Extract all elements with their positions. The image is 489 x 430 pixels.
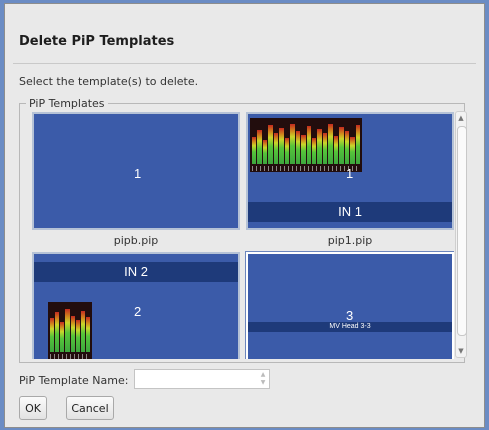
template-name-label: PiP Template Name:: [19, 374, 129, 387]
cancel-button[interactable]: Cancel: [66, 396, 114, 420]
tile-number: 2: [134, 304, 142, 319]
scroll-down-icon[interactable]: ▼: [456, 345, 466, 357]
input-label-bar: IN 2: [34, 262, 238, 282]
meter-scale-ticks: [50, 354, 90, 359]
tile-number: 1: [134, 166, 142, 181]
tile-number: 3: [346, 308, 354, 323]
dialog-title: Delete PiP Templates: [19, 34, 175, 49]
input-label-bar: MV Head 3-3: [248, 322, 452, 332]
audio-meter-image: [250, 118, 362, 172]
meter-scale-ticks: [252, 166, 360, 171]
tile-number: 1: [346, 166, 354, 181]
title-divider: [13, 63, 476, 64]
input-label-bar: IN 1: [248, 202, 452, 222]
template-tile-pipb[interactable]: 1: [32, 112, 240, 230]
pip-templates-legend: PiP Templates: [29, 97, 105, 110]
scroll-up-icon[interactable]: ▲: [456, 112, 466, 124]
template-caption: pip1.pip: [327, 234, 373, 247]
scroll-thumb[interactable]: [457, 126, 467, 336]
input-stepper-icon[interactable]: ▲ ▼: [258, 371, 268, 387]
template-tile-mv-head[interactable]: 3 MV Head 3-3: [246, 252, 454, 359]
ok-button[interactable]: OK: [19, 396, 47, 420]
templates-scrollbar[interactable]: ▲ ▼: [455, 111, 467, 358]
templates-grid: 1 pipb.pip 1 IN 1 pip1.pip IN 2 2 3 MV H…: [28, 110, 454, 359]
template-tile-3[interactable]: IN 2 2: [32, 252, 240, 359]
template-caption: pipb.pip: [113, 234, 159, 247]
audio-meter-image: [48, 302, 92, 359]
template-tile-pip1[interactable]: 1 IN 1: [246, 112, 454, 230]
template-name-input[interactable]: [134, 369, 270, 389]
instructions-text: Select the template(s) to delete.: [19, 75, 199, 88]
